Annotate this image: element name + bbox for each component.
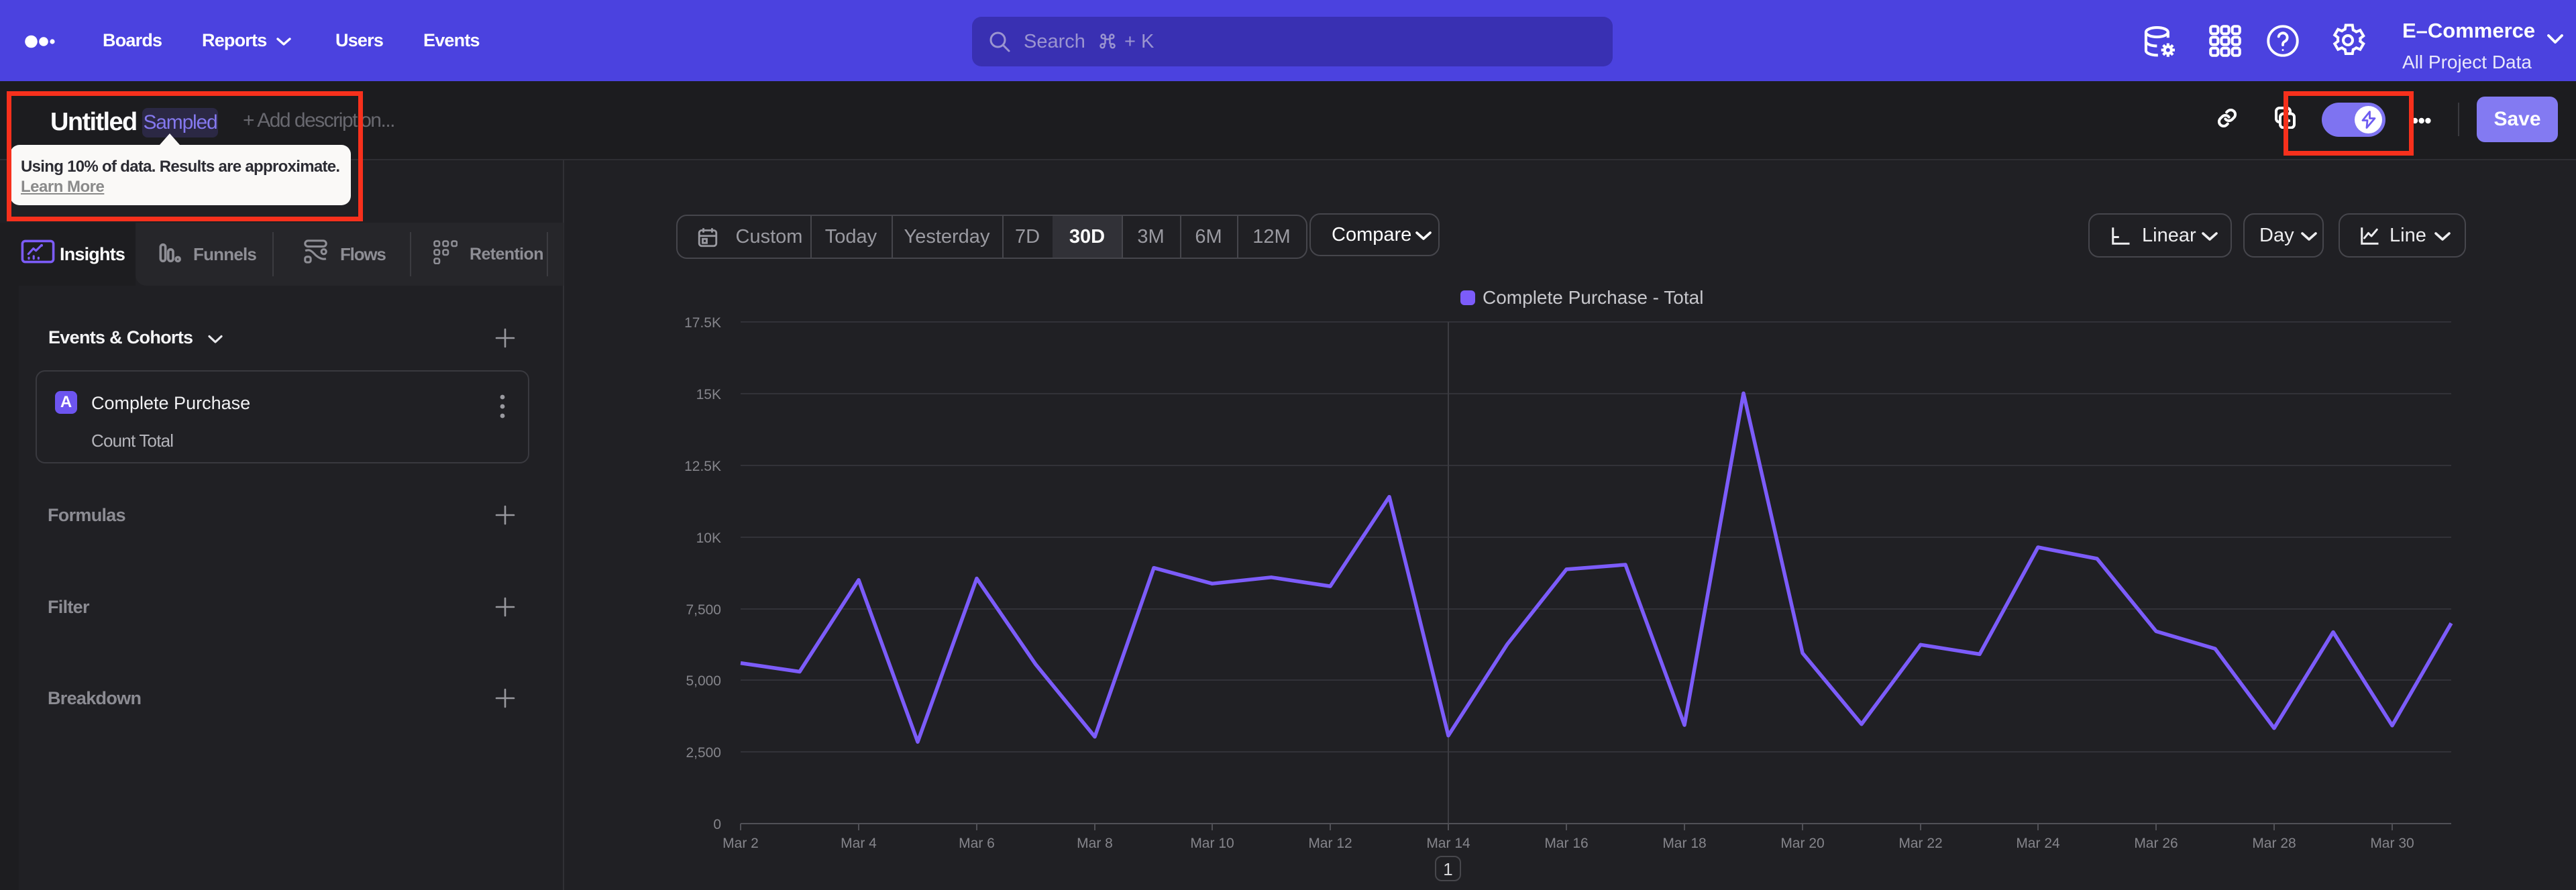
svg-text:7,500: 7,500 — [686, 602, 721, 618]
svg-text:Mar 20: Mar 20 — [1780, 836, 1824, 851]
svg-text:Mar 8: Mar 8 — [1077, 836, 1113, 851]
svg-text:10K: 10K — [696, 531, 721, 546]
svg-text:Mar 6: Mar 6 — [959, 836, 995, 851]
svg-text:0: 0 — [713, 817, 721, 832]
svg-text:Mar 4: Mar 4 — [841, 836, 877, 851]
svg-text:5,000: 5,000 — [686, 673, 721, 689]
svg-text:Mar 28: Mar 28 — [2252, 836, 2296, 851]
svg-text:Mar 30: Mar 30 — [2370, 836, 2414, 851]
svg-text:Mar 16: Mar 16 — [1544, 836, 1588, 851]
svg-text:2,500: 2,500 — [686, 745, 721, 761]
svg-text:15K: 15K — [696, 387, 721, 402]
svg-text:Mar 18: Mar 18 — [1662, 836, 1706, 851]
svg-text:12.5K: 12.5K — [684, 459, 721, 474]
svg-text:Mar 2: Mar 2 — [722, 836, 759, 851]
svg-text:Mar 12: Mar 12 — [1308, 836, 1352, 851]
svg-text:17.5K: 17.5K — [684, 315, 721, 331]
svg-text:Mar 22: Mar 22 — [1898, 836, 1942, 851]
svg-text:Mar 24: Mar 24 — [2016, 836, 2060, 851]
svg-text:Mar 10: Mar 10 — [1190, 836, 1234, 851]
svg-text:Mar 26: Mar 26 — [2134, 836, 2178, 851]
svg-text:Mar 14: Mar 14 — [1426, 836, 1470, 851]
